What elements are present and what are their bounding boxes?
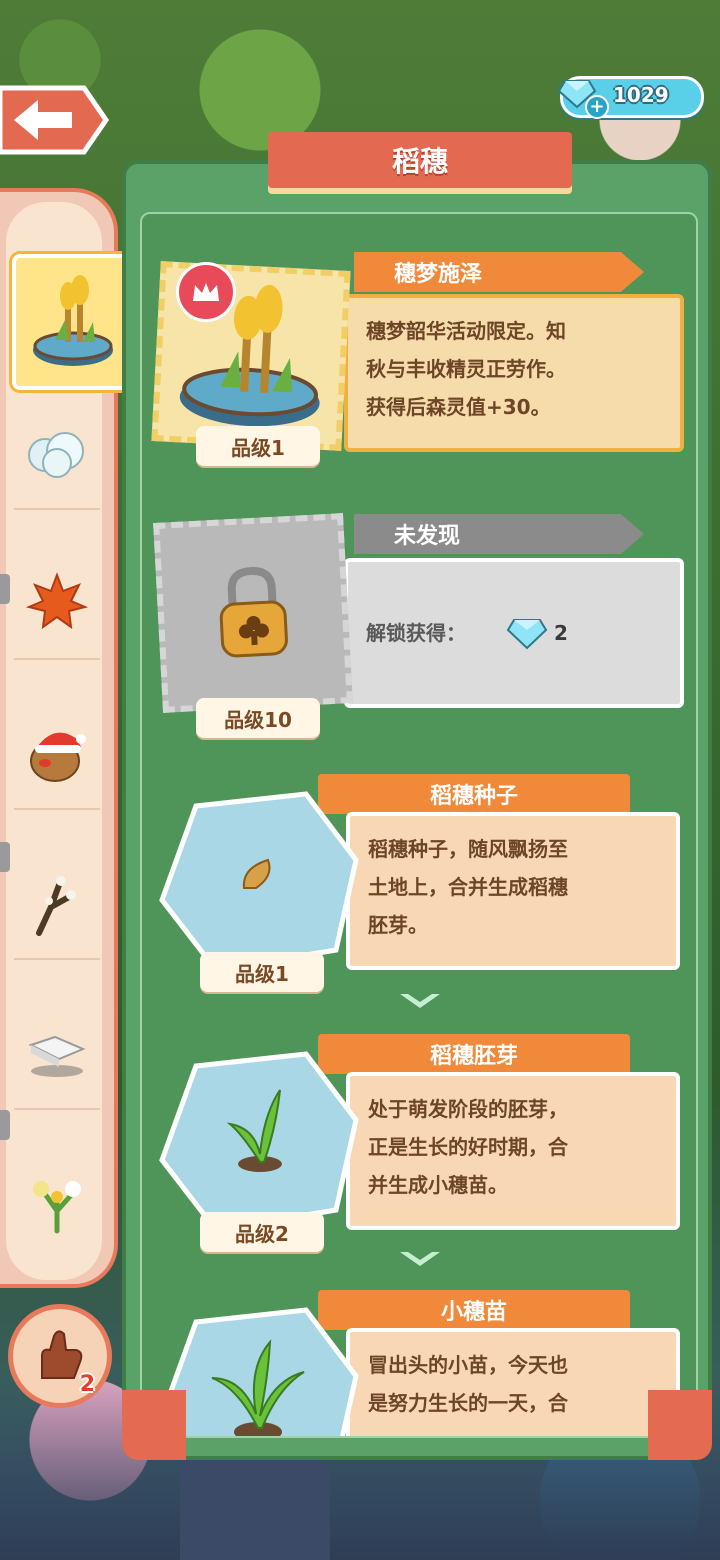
description-line: 冒出头的小苗，今天也 <box>368 1353 568 1377</box>
category-flowers[interactable] <box>14 1148 100 1258</box>
item-name-tag: 稻穗胚芽 <box>318 1034 630 1074</box>
description-line: 胚芽。 <box>368 913 428 937</box>
hand-badge-count: 2 <box>79 1372 95 1397</box>
item-name: 穗梦施泽 <box>394 262 483 287</box>
sprout-icon <box>226 1089 282 1172</box>
item-grade: 品级10 <box>196 698 320 738</box>
category-maple-leaf[interactable] <box>14 548 100 660</box>
category-white-block[interactable] <box>14 998 100 1110</box>
description-line: 土地上，合并生成稻穗 <box>368 875 568 899</box>
item-grade: 品级2 <box>200 1212 324 1252</box>
hand-pointer-button[interactable]: 2 <box>8 1304 112 1408</box>
item-name-tag: 穗梦施泽 <box>354 252 644 292</box>
white-block-icon <box>28 1035 86 1077</box>
item-description: 冒出头的小苗，今天也 是努力生长的一天，合 <box>346 1328 680 1436</box>
rice-island-icon <box>33 275 113 366</box>
item-name-tag: 稻穗种子 <box>318 774 630 814</box>
collection-panel: 穗梦施泽 穗梦韶华活动限定。知 秋与丰收精灵正劳作。 获得后森灵值+30。 品级… <box>122 160 712 1460</box>
add-currency-icon[interactable]: + <box>585 95 609 119</box>
description-line: 稻穗种子，随风飘扬至 <box>368 837 568 861</box>
gem-currency-counter[interactable]: + 1029 <box>557 76 704 119</box>
crown-icon <box>176 262 236 322</box>
page-title-banner: 稻穗 <box>268 132 572 188</box>
cotton-icon <box>28 432 84 478</box>
item-name: 未发现 <box>394 524 461 549</box>
collection-list[interactable]: 穗梦施泽 穗梦韶华活动限定。知 秋与丰收精灵正劳作。 获得后森灵值+30。 品级… <box>140 212 698 1438</box>
description-line: 并生成小穗苗。 <box>368 1173 508 1197</box>
item-description: 稻穗种子，随风飘扬至 土地上，合并生成稻穗 胚芽。 <box>346 812 680 970</box>
description-line: 是努力生长的一天，合 <box>368 1391 568 1415</box>
item-description: 处于萌发阶段的胚芽， 正是生长的好时期，合 并生成小穗苗。 <box>346 1072 680 1230</box>
item-frame-locked <box>153 513 353 713</box>
collection-card[interactable]: 稻穗种子 稻穗种子，随风飘扬至 土地上，合并生成稻穗 胚芽。 品级1 <box>142 774 696 992</box>
category-christmas-potato[interactable] <box>14 698 100 810</box>
category-rice-ear-island[interactable] <box>12 254 134 390</box>
item-name: 稻穗种子 <box>429 784 518 809</box>
gem-amount: 1029 <box>613 83 669 107</box>
category-branch[interactable] <box>14 848 100 960</box>
collection-card[interactable]: 穗梦施泽 穗梦韶华活动限定。知 秋与丰收精灵正劳作。 获得后森灵值+30。 品级… <box>142 244 696 484</box>
collection-card[interactable]: 小穗苗 冒出头的小苗，今天也 是努力生长的一天，合 <box>142 1290 696 1436</box>
panel-corner-decoration <box>648 1390 712 1460</box>
description-line: 穗梦韶华活动限定。知 <box>366 319 566 343</box>
maple-leaf-icon <box>25 572 89 630</box>
chevron-down-icon <box>400 994 440 1008</box>
back-button[interactable] <box>0 82 110 158</box>
item-name-tag: 未发现 <box>354 514 644 554</box>
young-seedling-icon <box>211 1339 305 1436</box>
description-line: 处于萌发阶段的胚芽， <box>368 1097 568 1121</box>
panel-corner-decoration <box>122 1390 186 1460</box>
potato-santa-hat-icon <box>30 732 86 782</box>
unlock-label: 解锁获得： <box>366 621 466 645</box>
item-name-tag: 小穗苗 <box>318 1290 630 1330</box>
flower-sprout-icon <box>33 1181 81 1234</box>
padlock-icon <box>219 567 288 658</box>
item-description: 穗梦韶华活动限定。知 秋与丰收精灵正劳作。 获得后森灵值+30。 <box>344 294 684 452</box>
back-arrow-icon <box>0 85 110 155</box>
description-line: 获得后森灵值+30。 <box>366 395 551 419</box>
sidebar-scroll-marker <box>0 842 10 872</box>
page-title: 稻穗 <box>391 145 448 178</box>
item-name: 小穗苗 <box>440 1300 507 1325</box>
sidebar-scroll-marker <box>0 1110 10 1140</box>
item-name: 稻穗胚芽 <box>429 1044 518 1069</box>
collection-card[interactable]: 稻穗胚芽 处于萌发阶段的胚芽， 正是生长的好时期，合 并生成小穗苗。 品级2 <box>142 1034 696 1252</box>
item-grade: 品级1 <box>200 952 324 992</box>
collection-card-locked[interactable]: 未发现 解锁获得： 2 品级10 <box>142 504 696 738</box>
background-building <box>180 1460 330 1560</box>
description-line: 正是生长的好时期，合 <box>368 1135 568 1159</box>
diamond-icon <box>506 619 548 650</box>
unlock-amount: 2 <box>554 621 568 645</box>
category-cotton[interactable] <box>14 398 100 510</box>
description-line: 秋与丰收精灵正劳作。 <box>366 357 566 381</box>
unlock-reward-box: 解锁获得： 2 <box>344 558 684 708</box>
branch-icon <box>36 876 76 936</box>
chevron-down-icon <box>400 1252 440 1266</box>
item-grade: 品级1 <box>196 426 320 466</box>
seed-icon <box>242 858 271 889</box>
sidebar-scroll-marker <box>0 574 10 604</box>
